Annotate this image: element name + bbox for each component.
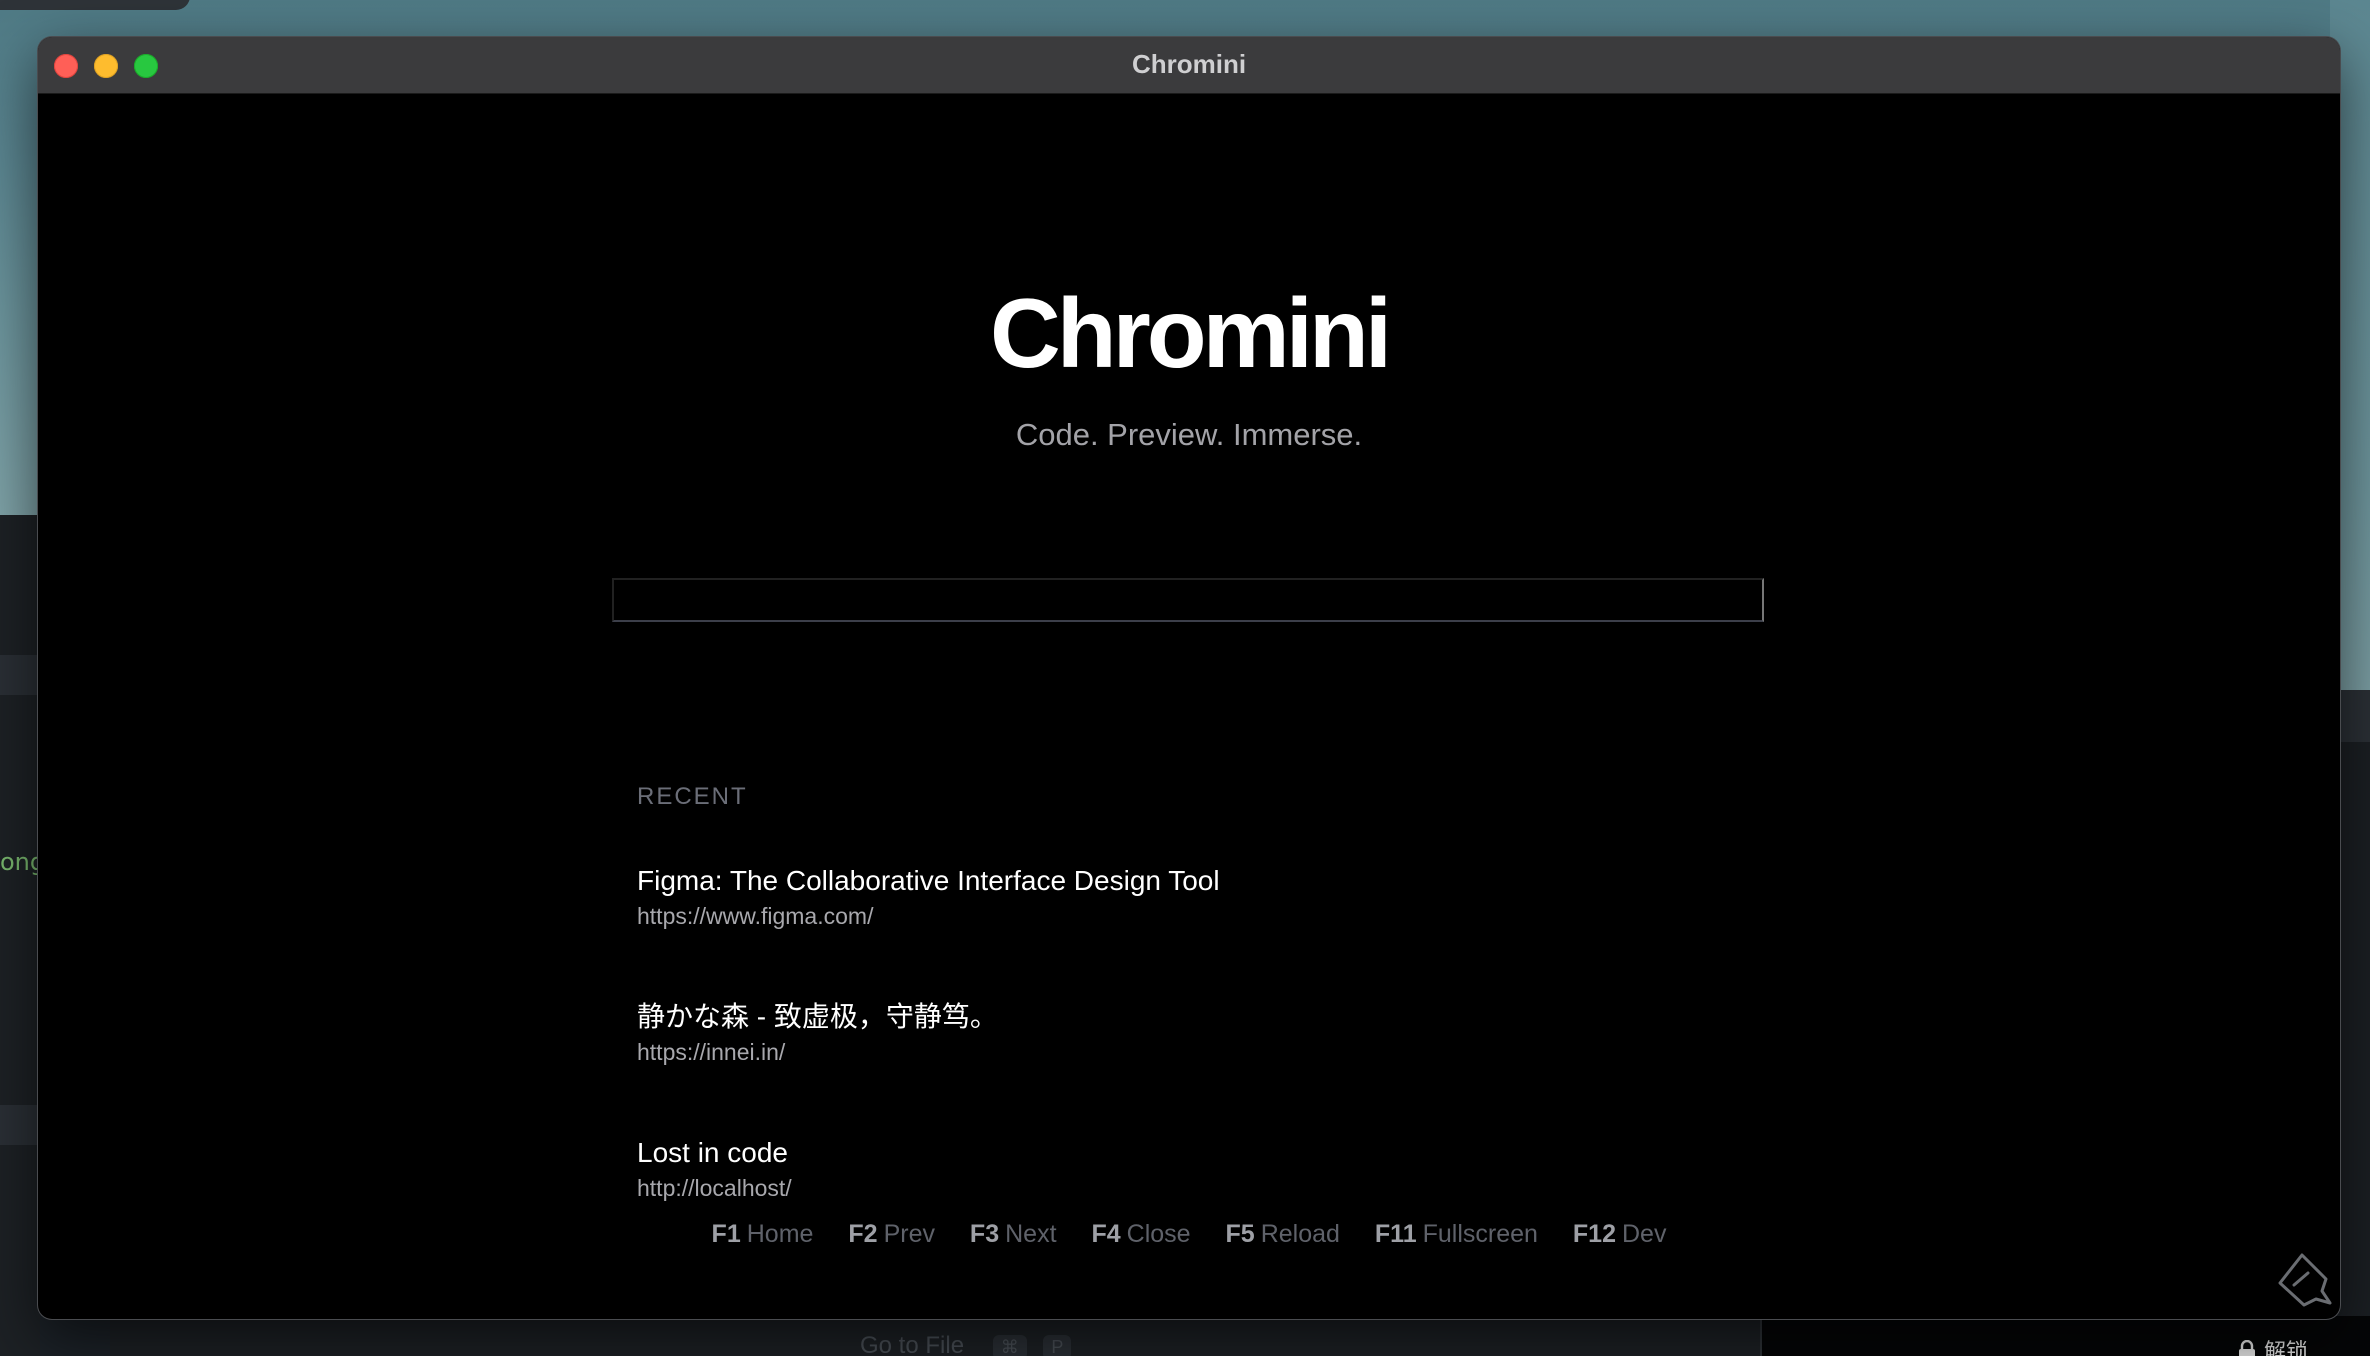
recent-heading: RECENT	[637, 783, 748, 810]
menu-bar-fragment	[0, 0, 190, 10]
recent-item[interactable]: 静かな森 - 致虚极，守静笃。 https://innei.in/	[637, 997, 1737, 1133]
tagline: Code. Preview. Immerse.	[1015, 417, 1363, 452]
shortcut-key: F1	[711, 1220, 741, 1248]
shortcut-key: F11	[1374, 1220, 1417, 1248]
brand-title: Chromini	[989, 278, 1392, 388]
address-input[interactable]	[612, 578, 1764, 622]
shortcut-close[interactable]: F4 Close	[1091, 1220, 1190, 1249]
shortcut-bar: F1 Home F2 Prev F3 Next F4 Close F5 Reload F1…	[38, 1220, 2340, 1249]
lock-icon	[2239, 1340, 2255, 1356]
goto-file-key-p: P	[1043, 1335, 1072, 1356]
shortcut-label: Close	[1126, 1220, 1191, 1248]
shortcut-label: Next	[1005, 1220, 1057, 1248]
background-editor-left	[0, 515, 40, 1356]
shortcut-next[interactable]: F3 Next	[970, 1220, 1057, 1249]
ai-assistant-icon[interactable]	[2272, 1249, 2336, 1313]
goto-file-label: Go to File	[860, 1332, 965, 1356]
shortcut-reload[interactable]: F5 Reload	[1226, 1220, 1340, 1249]
shortcut-fullscreen[interactable]: F11 Fullscreen	[1375, 1220, 1538, 1249]
shortcut-label: Reload	[1260, 1220, 1340, 1248]
shortcut-key: F3	[969, 1220, 1000, 1248]
goto-file-hint[interactable]: Go to File ⌘ P	[860, 1332, 1072, 1356]
recent-list: Figma: The Collaborative Interface Desig…	[637, 861, 1737, 1269]
recent-item[interactable]: Figma: The Collaborative Interface Desig…	[637, 861, 1737, 997]
shortcut-key: F12	[1572, 1220, 1616, 1248]
shortcut-home[interactable]: F1 Home	[712, 1220, 814, 1249]
window-title: Chromini	[1131, 49, 1247, 79]
unlock-button[interactable]: 解锁	[2238, 1334, 2308, 1356]
recent-item-url: https://innei.in/	[637, 1039, 786, 1065]
shortcut-label: Fullscreen	[1422, 1220, 1538, 1248]
unlock-label: 解锁	[2264, 1339, 2309, 1356]
recent-item-title: Lost in code	[637, 1137, 788, 1168]
recent-item-title: 静かな森 - 致虚极，守静笃。	[637, 1001, 998, 1032]
shortcut-key: F2	[848, 1220, 878, 1248]
recent-item-url: https://www.figma.com/	[637, 903, 874, 929]
recent-item-url: http://localhost/	[637, 1175, 792, 1201]
shortcut-key: F4	[1091, 1220, 1121, 1248]
recent-item-title: Figma: The Collaborative Interface Desig…	[637, 865, 1220, 896]
background-highlight-row	[0, 655, 40, 695]
app-window: Chromini Chromini Code. Preview. Immerse…	[38, 37, 2340, 1319]
shortcut-label: Dev	[1621, 1220, 1667, 1248]
shortcut-dev[interactable]: F12 Dev	[1573, 1220, 1667, 1249]
shortcut-label: Prev	[883, 1220, 935, 1248]
title-bar[interactable]: Chromini	[38, 37, 2340, 94]
shortcut-prev[interactable]: F2 Prev	[848, 1220, 935, 1249]
background-highlight-row	[0, 1105, 40, 1145]
goto-file-key-cmd: ⌘	[992, 1335, 1027, 1356]
shortcut-label: Home	[746, 1220, 814, 1248]
shortcut-key: F5	[1225, 1220, 1255, 1248]
